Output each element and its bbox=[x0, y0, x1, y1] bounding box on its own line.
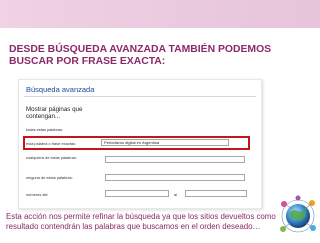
numbers-to-label: al bbox=[174, 192, 178, 197]
exact-phrase-input[interactable]: Periodismo digital en Argentina bbox=[101, 139, 229, 146]
divider bbox=[24, 96, 256, 97]
any-words-label: cualquiera de estas palabras: bbox=[26, 155, 77, 160]
numbers-to-input[interactable] bbox=[185, 190, 247, 197]
all-words-label: todas estas palabras: bbox=[26, 127, 63, 132]
slide-title: DESDE BÚSQUEDA AVANZADA TAMBIÉN PODEMOS … bbox=[9, 44, 272, 67]
header-band bbox=[0, 0, 320, 28]
any-words-input[interactable] bbox=[105, 156, 245, 163]
slide-caption: Esta acción nos permite refinar la búsqu… bbox=[6, 212, 276, 231]
globe-network-icon bbox=[278, 194, 318, 238]
numbers-from-input[interactable] bbox=[105, 190, 169, 197]
panel-subhead: Mostrar páginas que contengan... bbox=[26, 106, 83, 120]
none-words-input[interactable] bbox=[105, 174, 245, 181]
advanced-search-panel: Búsqueda avanzada Mostrar páginas que co… bbox=[18, 79, 262, 209]
panel-title: Búsqueda avanzada bbox=[26, 85, 95, 94]
exact-phrase-label: esta palabra o frase exactas: bbox=[26, 141, 76, 146]
none-words-label: ninguna de estas palabras: bbox=[26, 175, 73, 180]
numbers-from-label: números del: bbox=[26, 192, 49, 197]
